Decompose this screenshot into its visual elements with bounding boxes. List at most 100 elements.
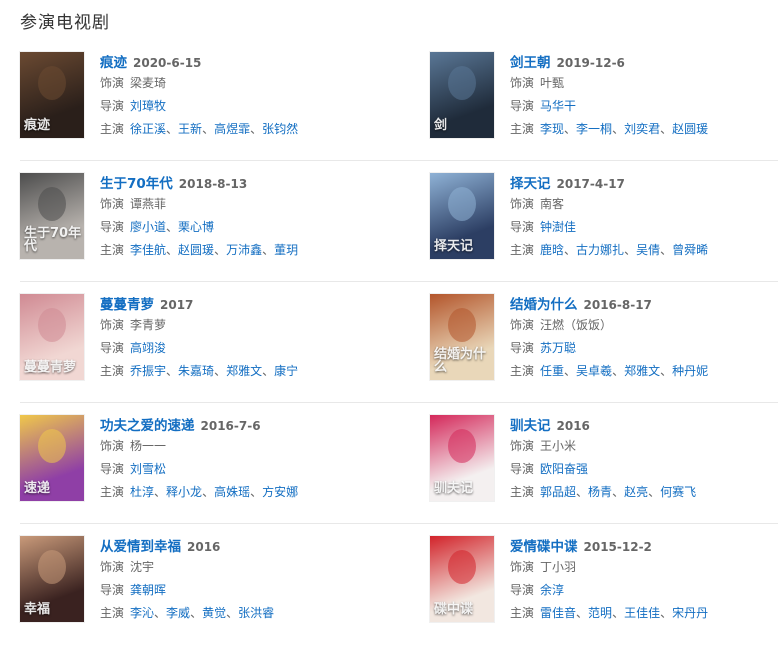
cast-link[interactable]: 李一桐 <box>576 122 612 136</box>
name-separator: 、 <box>190 606 203 620</box>
director-link[interactable]: 廖小道 <box>130 220 166 234</box>
cast-link[interactable]: 黄觉 <box>202 606 226 620</box>
cast-link[interactable]: 方安娜 <box>262 485 298 499</box>
cast-link[interactable]: 杨青 <box>588 485 612 499</box>
drama-poster[interactable]: 驯夫记 <box>430 415 494 501</box>
drama-date: 2016 <box>556 419 590 433</box>
cast-link[interactable]: 任重 <box>540 364 564 378</box>
drama-title-link[interactable]: 择天记 <box>510 176 551 192</box>
cast-link[interactable]: 李威 <box>166 606 190 620</box>
cast-link[interactable]: 种丹妮 <box>672 364 708 378</box>
cast-link[interactable]: 刘奕君 <box>624 122 660 136</box>
cast-link[interactable]: 鹿晗 <box>540 243 564 257</box>
cast-link[interactable]: 高姝瑶 <box>214 485 250 499</box>
role-label: 饰演 <box>510 439 535 453</box>
cast-link[interactable]: 李现 <box>540 122 564 136</box>
director-link[interactable]: 苏万聪 <box>540 341 576 355</box>
director-link[interactable]: 钟澍佳 <box>540 220 576 234</box>
cast-line-label: 主演 <box>510 122 535 136</box>
director-line: 导演 钟澍佳 <box>510 216 708 239</box>
drama-title-link[interactable]: 爱情碟中谍 <box>510 539 578 555</box>
cast-link[interactable]: 徐正溪 <box>130 122 166 136</box>
cast-link[interactable]: 王新 <box>178 122 202 136</box>
director-link[interactable]: 余淳 <box>540 583 564 597</box>
director-link[interactable]: 欧阳奋强 <box>540 462 588 476</box>
cast-link[interactable]: 郑雅文 <box>226 364 262 378</box>
cast-link[interactable]: 何赛飞 <box>660 485 696 499</box>
director-link[interactable]: 龚朝晖 <box>130 583 166 597</box>
drama-date: 2016-7-6 <box>200 419 261 433</box>
drama-title-line: 功夫之爱的速递 2016-7-6 <box>100 415 298 435</box>
drama-poster[interactable]: 痕迹 <box>20 52 84 138</box>
cast-link[interactable]: 张洪睿 <box>238 606 274 620</box>
cast-link[interactable]: 张钧然 <box>262 122 298 136</box>
cast-link[interactable]: 杜淳 <box>130 485 154 499</box>
cast-link[interactable]: 吴卓羲 <box>576 364 612 378</box>
director-link[interactable]: 刘雪松 <box>130 462 166 476</box>
director-line: 导演 高翊浚 <box>100 337 298 360</box>
cast-link[interactable]: 乔振宇 <box>130 364 166 378</box>
director-link[interactable]: 栗心博 <box>178 220 214 234</box>
drama-poster[interactable]: 幸福 <box>20 536 84 622</box>
cast-link[interactable]: 赵亮 <box>624 485 648 499</box>
cast-link[interactable]: 万沛鑫 <box>226 243 262 257</box>
name-separator: 、 <box>660 122 673 136</box>
cast-link[interactable]: 李佳航 <box>130 243 166 257</box>
cast-line-label: 主演 <box>100 122 125 136</box>
poster-figure <box>448 308 476 342</box>
cast-link[interactable]: 朱嘉琦 <box>178 364 214 378</box>
cast-link[interactable]: 赵圆瑗 <box>672 122 708 136</box>
drama-title-line: 结婚为什么 2016-8-17 <box>510 294 708 314</box>
drama-title-line: 从爱情到幸福 2016 <box>100 536 274 556</box>
drama-poster[interactable]: 蔓蔓青萝 <box>20 294 84 380</box>
name-separator: 、 <box>154 485 167 499</box>
poster-title-art: 痕迹 <box>24 118 51 133</box>
drama-title-line: 生于70年代 2018-8-13 <box>100 173 298 193</box>
drama-title-line: 爱情碟中谍 2015-12-2 <box>510 536 708 556</box>
director-link[interactable]: 刘璋牧 <box>130 99 166 113</box>
drama-poster[interactable]: 择天记 <box>430 173 494 259</box>
drama-date: 2017-4-17 <box>556 177 625 191</box>
cast-link[interactable]: 宋丹丹 <box>672 606 708 620</box>
drama-poster[interactable]: 生于70年代 <box>20 173 84 259</box>
cast-link[interactable]: 赵圆瑗 <box>178 243 214 257</box>
poster-title-art: 生于70年代 <box>24 226 82 254</box>
drama-date: 2020-6-15 <box>133 56 202 70</box>
cast-link[interactable]: 郑雅文 <box>624 364 660 378</box>
director-line: 导演 马华干 <box>510 95 708 118</box>
drama-date: 2017 <box>160 298 194 312</box>
role-name: 王小米 <box>540 439 577 453</box>
cast-link[interactable]: 董玥 <box>274 243 298 257</box>
name-separator: 、 <box>214 364 227 378</box>
director-line-label: 导演 <box>510 583 535 597</box>
cast-link[interactable]: 曾舜晞 <box>672 243 708 257</box>
name-separator: 、 <box>564 364 577 378</box>
cast-link[interactable]: 古力娜扎 <box>576 243 624 257</box>
drama-poster[interactable]: 剑 <box>430 52 494 138</box>
cast-link[interactable]: 高煜霏 <box>214 122 250 136</box>
drama-title-link[interactable]: 生于70年代 <box>100 176 173 192</box>
drama-title-link[interactable]: 剑王朝 <box>510 55 551 71</box>
drama-title-link[interactable]: 驯夫记 <box>510 418 551 434</box>
poster-figure <box>38 308 66 342</box>
drama-title-link[interactable]: 功夫之爱的速递 <box>100 418 195 434</box>
cast-link[interactable]: 康宁 <box>274 364 298 378</box>
cast-link[interactable]: 释小龙 <box>166 485 202 499</box>
cast-link[interactable]: 李沁 <box>130 606 154 620</box>
drama-title-link[interactable]: 痕迹 <box>100 55 127 71</box>
drama-poster[interactable]: 结婚为什么 <box>430 294 494 380</box>
drama-title-link[interactable]: 从爱情到幸福 <box>100 539 181 555</box>
drama-poster[interactable]: 碟中谍 <box>430 536 494 622</box>
drama-poster[interactable]: 速递 <box>20 415 84 501</box>
cast-link[interactable]: 王佳佳 <box>624 606 660 620</box>
drama-row: 速递 功夫之爱的速递 2016-7-6 饰演 杨一一 导演 刘雪松 主演 杜淳、释小龙、高姝瑶、… <box>20 403 778 524</box>
cast-link[interactable]: 郭品超 <box>540 485 576 499</box>
director-link[interactable]: 高翊浚 <box>130 341 166 355</box>
drama-card: 驯夫记 驯夫记 2016 饰演 王小米 导演 欧阳奋强 主演 郭品超、杨青、赵亮、何赛飞 <box>430 403 778 523</box>
drama-title-link[interactable]: 蔓蔓青萝 <box>100 297 154 313</box>
director-link[interactable]: 马华干 <box>540 99 576 113</box>
cast-link[interactable]: 范明 <box>588 606 612 620</box>
cast-link[interactable]: 雷佳音 <box>540 606 576 620</box>
drama-title-link[interactable]: 结婚为什么 <box>510 297 578 313</box>
cast-link[interactable]: 吴倩 <box>636 243 660 257</box>
